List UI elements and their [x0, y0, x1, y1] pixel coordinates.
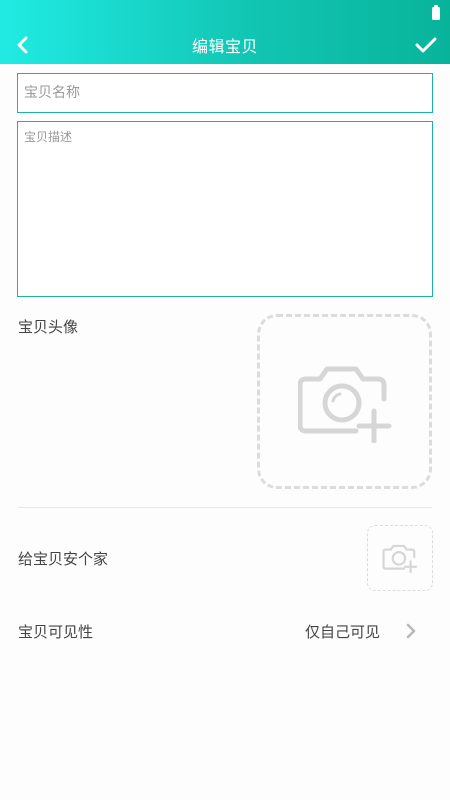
baby-name-input[interactable] [17, 73, 433, 113]
avatar-upload-button[interactable] [257, 314, 432, 489]
avatar-label: 宝贝头像 [18, 318, 79, 336]
confirm-button[interactable] [412, 31, 440, 59]
app-header: 编辑宝贝 [0, 0, 450, 64]
baby-description-input[interactable] [17, 121, 433, 297]
page-title: 编辑宝贝 [191, 37, 258, 56]
visibility-label: 宝贝可见性 [18, 623, 94, 641]
home-upload-button[interactable] [367, 525, 433, 591]
home-label: 给宝贝安个家 [18, 550, 109, 568]
chevron-right-icon [406, 623, 416, 639]
camera-plus-icon [382, 544, 418, 573]
visibility-row[interactable]: 宝贝可见性 仅自己可见 [0, 612, 450, 650]
section-divider [18, 507, 432, 508]
battery-icon [432, 5, 440, 20]
camera-plus-icon [297, 366, 391, 443]
visibility-value: 仅自己可见 [304, 623, 380, 641]
check-icon [415, 37, 437, 53]
